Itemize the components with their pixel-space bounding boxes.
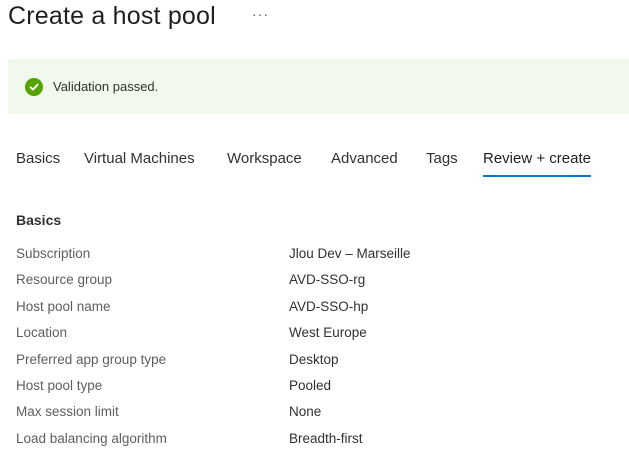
detail-label: Max session limit — [16, 404, 119, 419]
detail-value: AVD-SSO-hp — [289, 299, 369, 314]
detail-value: None — [289, 404, 322, 419]
tab-review-create[interactable]: Review + create — [483, 149, 591, 177]
tab-label: Advanced — [331, 150, 398, 167]
page-title: Create a host pool — [8, 2, 216, 30]
detail-label: Subscription — [16, 246, 91, 261]
detail-row-host-pool-name: Host pool name AVD-SSO-hp — [16, 299, 616, 319]
tab-advanced[interactable]: Advanced — [331, 149, 398, 169]
section-heading: Basics — [16, 212, 62, 228]
validation-banner: Validation passed. — [8, 59, 629, 114]
detail-label: Preferred app group type — [16, 352, 167, 367]
detail-label: Resource group — [16, 272, 113, 287]
detail-value: Breadth-first — [289, 431, 363, 446]
detail-row-load-balancing-algorithm: Load balancing algorithm Breadth-first — [16, 431, 616, 451]
tab-tags[interactable]: Tags — [426, 149, 458, 169]
detail-row-max-session-limit: Max session limit None — [16, 404, 616, 424]
tab-label: Basics — [16, 150, 61, 167]
tab-label: Virtual Machines — [84, 150, 195, 167]
detail-label: Host pool type — [16, 378, 103, 393]
detail-row-preferred-app-group-type: Preferred app group type Desktop — [16, 352, 616, 372]
detail-row-resource-group: Resource group AVD-SSO-rg — [16, 272, 616, 292]
detail-value: Jlou Dev – Marseille — [289, 246, 411, 261]
detail-value: Desktop — [289, 352, 339, 367]
detail-row-location: Location West Europe — [16, 325, 616, 345]
tab-label: Tags — [426, 150, 458, 167]
detail-row-host-pool-type: Host pool type Pooled — [16, 378, 616, 398]
tab-label: Workspace — [227, 150, 302, 167]
check-circle-icon — [25, 77, 43, 96]
tab-virtual-machines[interactable]: Virtual Machines — [84, 149, 195, 169]
detail-value: West Europe — [289, 325, 367, 340]
detail-value: AVD-SSO-rg — [289, 272, 366, 287]
tab-workspace[interactable]: Workspace — [227, 149, 302, 169]
detail-label: Load balancing algorithm — [16, 431, 167, 446]
detail-value: Pooled — [289, 378, 332, 393]
detail-label: Host pool name — [16, 299, 111, 314]
tab-basics[interactable]: Basics — [16, 149, 60, 169]
tab-label: Review + create — [483, 150, 591, 167]
detail-row-subscription: Subscription Jlou Dev – Marseille — [16, 246, 616, 266]
detail-label: Location — [16, 325, 68, 340]
more-options-button[interactable]: ··· — [252, 6, 269, 22]
validation-message: Validation passed. — [53, 79, 159, 94]
active-tab-indicator — [483, 175, 591, 177]
